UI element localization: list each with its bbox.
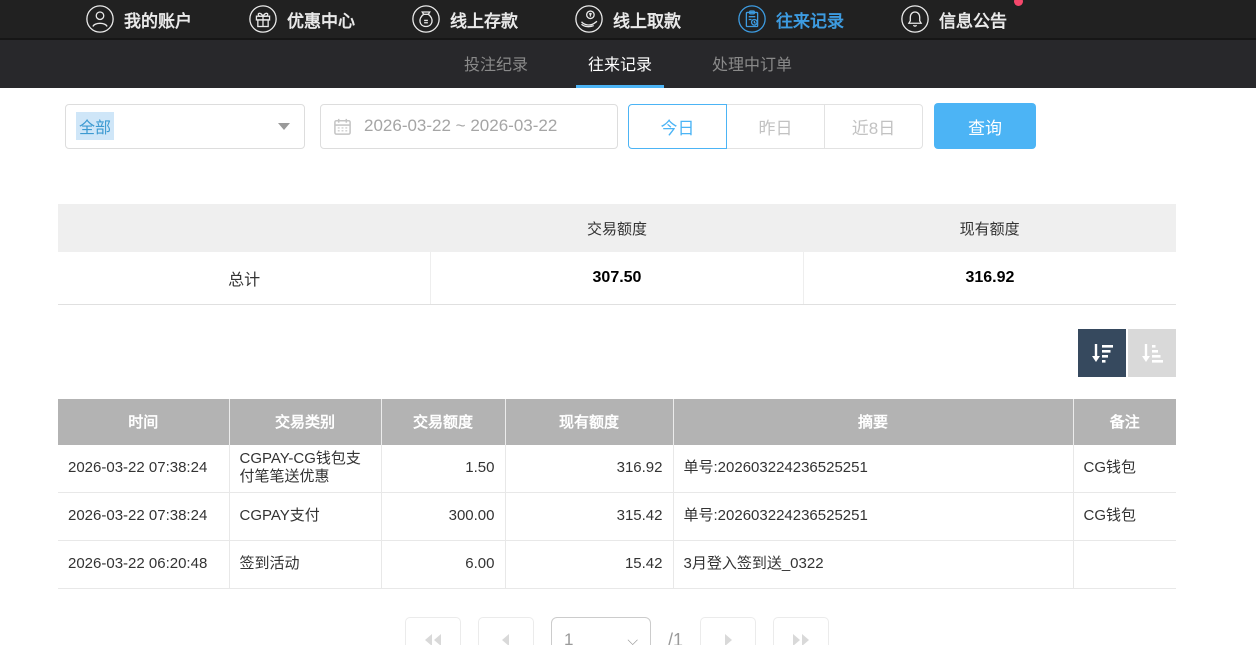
nav-item-label: 我的账户 xyxy=(124,7,192,32)
sort-controls xyxy=(58,329,1176,377)
cell-summary: 3月登入签到送_0322 xyxy=(673,541,1073,589)
nav-item-my-account[interactable]: 我的账户 xyxy=(85,4,192,34)
tab-label: 投注纪录 xyxy=(464,51,528,75)
summary-transaction-total: 307.50 xyxy=(431,252,804,304)
table-row: 2026-03-22 07:38:24 CGPAY支付 300.00 315.4… xyxy=(58,493,1176,541)
chevron-down-icon xyxy=(278,123,290,130)
yesterday-button[interactable]: 昨日 xyxy=(726,104,825,149)
tab-label: 往来记录 xyxy=(588,51,652,75)
current-page-value: 1 xyxy=(564,630,573,645)
cell-summary: 单号:202603224236525251 xyxy=(673,445,1073,493)
cell-remark: CG钱包 xyxy=(1073,445,1176,493)
notification-dot xyxy=(1014,0,1023,6)
summary-header-transaction: 交易额度 xyxy=(431,204,804,252)
gift-icon xyxy=(248,4,278,34)
table-row: 2026-03-22 06:20:48 签到活动 6.00 15.42 3月登入… xyxy=(58,541,1176,589)
nav-item-announcements[interactable]: 信息公告 xyxy=(900,4,1007,34)
search-button[interactable]: 查询 xyxy=(934,103,1036,149)
page-select[interactable]: 1 ⌵ xyxy=(551,617,651,645)
column-header-type: 交易类别 xyxy=(229,399,381,445)
table-row: 2026-03-22 07:38:24 CGPAY-CG钱包支付笔笔送优惠 1.… xyxy=(58,445,1176,493)
nav-item-deposit[interactable]: 线上存款 xyxy=(411,4,518,34)
cell-time: 2026-03-22 06:20:48 xyxy=(58,541,229,589)
cell-remark: CG钱包 xyxy=(1073,493,1176,541)
bell-icon xyxy=(900,4,930,34)
summary-header-empty xyxy=(58,204,431,252)
summary-header-balance: 现有额度 xyxy=(803,204,1176,252)
quick-date-group: 今日 昨日 近8日 xyxy=(628,104,923,149)
cell-balance: 15.42 xyxy=(505,541,673,589)
cell-balance: 315.42 xyxy=(505,493,673,541)
summary-header-row: 交易额度 现有额度 xyxy=(58,204,1176,252)
first-page-button[interactable] xyxy=(405,617,461,645)
double-right-arrow-icon xyxy=(790,632,812,645)
nav-item-label: 线上取款 xyxy=(613,7,681,32)
cell-amount: 1.50 xyxy=(381,445,505,493)
nav-item-label: 往来记录 xyxy=(776,7,844,32)
last-page-button[interactable] xyxy=(773,617,829,645)
cell-time: 2026-03-22 07:38:24 xyxy=(58,493,229,541)
cell-balance: 316.92 xyxy=(505,445,673,493)
top-navigation: 我的账户 优惠中心 线上存款 线上取款 往来记录 信息公告 xyxy=(0,0,1256,40)
nav-item-withdraw[interactable]: 线上取款 xyxy=(574,4,681,34)
chevron-down-icon: ⌵ xyxy=(627,632,638,645)
tab-betting-records[interactable]: 投注纪录 xyxy=(452,40,540,88)
calendar-icon xyxy=(333,117,352,136)
withdraw-icon xyxy=(574,4,604,34)
page-total-label: /1 xyxy=(668,630,683,645)
sort-descending-button[interactable] xyxy=(1078,329,1126,377)
summary-balance-total: 316.92 xyxy=(803,252,1176,304)
column-header-amount: 交易额度 xyxy=(381,399,505,445)
double-left-arrow-icon xyxy=(422,632,444,645)
today-button[interactable]: 今日 xyxy=(628,104,727,149)
deposit-icon xyxy=(411,4,441,34)
cell-summary: 单号:202603224236525251 xyxy=(673,493,1073,541)
right-arrow-icon xyxy=(717,632,739,645)
record-tabbar: 投注纪录 往来记录 处理中订单 xyxy=(0,40,1256,88)
next-page-button[interactable] xyxy=(700,617,756,645)
sort-ascending-button[interactable] xyxy=(1128,329,1176,377)
summary-total-row: 总计 307.50 316.92 xyxy=(58,252,1176,304)
sort-descending-icon xyxy=(1089,340,1115,366)
nav-item-label: 线上存款 xyxy=(450,7,518,32)
cell-type: 签到活动 xyxy=(229,541,381,589)
summary-table: 交易额度 现有额度 总计 307.50 316.92 xyxy=(58,204,1176,305)
date-range-value: 2026-03-22 ~ 2026-03-22 xyxy=(364,116,557,136)
nav-item-promotions[interactable]: 优惠中心 xyxy=(248,4,355,34)
main-content: 全部 2026-03-22 ~ 2026-03-22 今日 昨日 近8日 查询 … xyxy=(0,88,1256,645)
column-header-time: 时间 xyxy=(58,399,229,445)
filter-row: 全部 2026-03-22 ~ 2026-03-22 今日 昨日 近8日 查询 xyxy=(65,103,1176,149)
date-range-input[interactable]: 2026-03-22 ~ 2026-03-22 xyxy=(320,104,618,149)
records-icon xyxy=(737,4,767,34)
column-header-remark: 备注 xyxy=(1073,399,1176,445)
column-header-balance: 现有额度 xyxy=(505,399,673,445)
summary-total-label: 总计 xyxy=(58,252,431,304)
tab-processing-orders[interactable]: 处理中订单 xyxy=(700,40,804,88)
nav-item-label: 信息公告 xyxy=(939,7,1007,32)
last-8-days-button[interactable]: 近8日 xyxy=(824,104,923,149)
records-header-row: 时间 交易类别 交易额度 现有额度 摘要 备注 xyxy=(58,399,1176,445)
cell-time: 2026-03-22 07:38:24 xyxy=(58,445,229,493)
left-arrow-icon xyxy=(495,632,517,645)
transaction-type-select[interactable]: 全部 xyxy=(65,104,305,149)
selected-type-value: 全部 xyxy=(76,112,114,140)
nav-item-label: 优惠中心 xyxy=(287,7,355,32)
nav-item-records[interactable]: 往来记录 xyxy=(737,4,844,34)
cell-amount: 6.00 xyxy=(381,541,505,589)
records-table: 时间 交易类别 交易额度 现有额度 摘要 备注 2026-03-22 07:38… xyxy=(58,399,1176,590)
cell-remark xyxy=(1073,541,1176,589)
pagination: 1 ⌵ /1 xyxy=(58,617,1176,645)
tab-label: 处理中订单 xyxy=(712,51,792,75)
sort-ascending-icon xyxy=(1139,340,1165,366)
prev-page-button[interactable] xyxy=(478,617,534,645)
column-header-summary: 摘要 xyxy=(673,399,1073,445)
user-icon xyxy=(85,4,115,34)
cell-amount: 300.00 xyxy=(381,493,505,541)
tab-transaction-records[interactable]: 往来记录 xyxy=(576,40,664,88)
cell-type: CGPAY-CG钱包支付笔笔送优惠 xyxy=(229,445,381,493)
cell-type: CGPAY支付 xyxy=(229,493,381,541)
